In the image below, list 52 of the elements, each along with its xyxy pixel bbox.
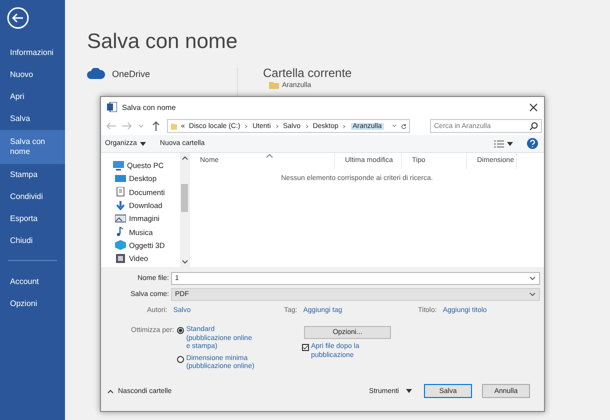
back-icon [7,7,29,29]
chevron-right-icon [274,122,279,130]
close-icon [529,102,538,112]
view-list-icon [494,140,504,148]
sidebar-item[interactable]: Stampa [0,164,65,186]
checkbox[interactable] [302,344,309,351]
scroll-up-icon [182,156,188,160]
chevron-right-icon [342,122,347,130]
chevron-down-icon [529,292,536,296]
caret-icon [140,142,146,146]
location-item[interactable]: OneDrive [87,68,237,79]
help-icon [527,138,538,149]
chevron-right-icon [244,122,248,130]
back-arrow-icon [106,120,117,132]
refresh-icon [400,122,406,130]
sidebar-item[interactable]: Informazioni [0,42,65,64]
sidebar-item[interactable]: Esporta [0,208,65,230]
sidebar-item[interactable]: Apri [0,86,65,108]
document-icon [115,187,126,198]
chevron-up-icon [107,388,114,394]
music-note-icon [115,227,126,238]
computer-icon [113,160,124,171]
sidebar-item[interactable]: Account [0,271,65,293]
forward-arrow-icon [121,120,132,132]
download-arrow-icon [115,200,126,211]
scrollbar[interactable] [180,153,189,267]
picture-icon [115,214,126,224]
folder-icon [269,81,279,89]
sidebar-item[interactable]: Condividi [0,186,65,208]
chevron-right-icon [304,122,309,130]
scroll-thumb[interactable] [181,184,188,212]
caret-icon [507,142,513,146]
sort-caret-icon [266,154,273,158]
sidebar-item[interactable]: Salva [0,108,65,130]
up-arrow-icon [151,120,162,132]
scroll-down-icon [182,260,188,264]
sidebar-item[interactable]: Nuovo [0,64,65,86]
sidebar-item[interactable]: Chiudi [0,230,65,252]
cloud-icon [87,68,105,79]
check-icon [303,345,308,350]
caret-icon [406,389,412,393]
sidebar-item[interactable]: Opzioni [0,293,65,315]
chevron-down-icon [392,123,397,129]
sidebar-item[interactable]: Salva con nome [0,130,65,164]
radio-button[interactable] [177,356,184,362]
view-button[interactable] [494,140,513,148]
cube-icon [115,240,126,250]
help-button[interactable] [527,138,538,149]
radio-button[interactable] [177,327,184,334]
page-title: Salva con nome [87,30,239,54]
section-heading: Cartella corrente [263,66,352,80]
chevron-down-icon [529,276,536,280]
